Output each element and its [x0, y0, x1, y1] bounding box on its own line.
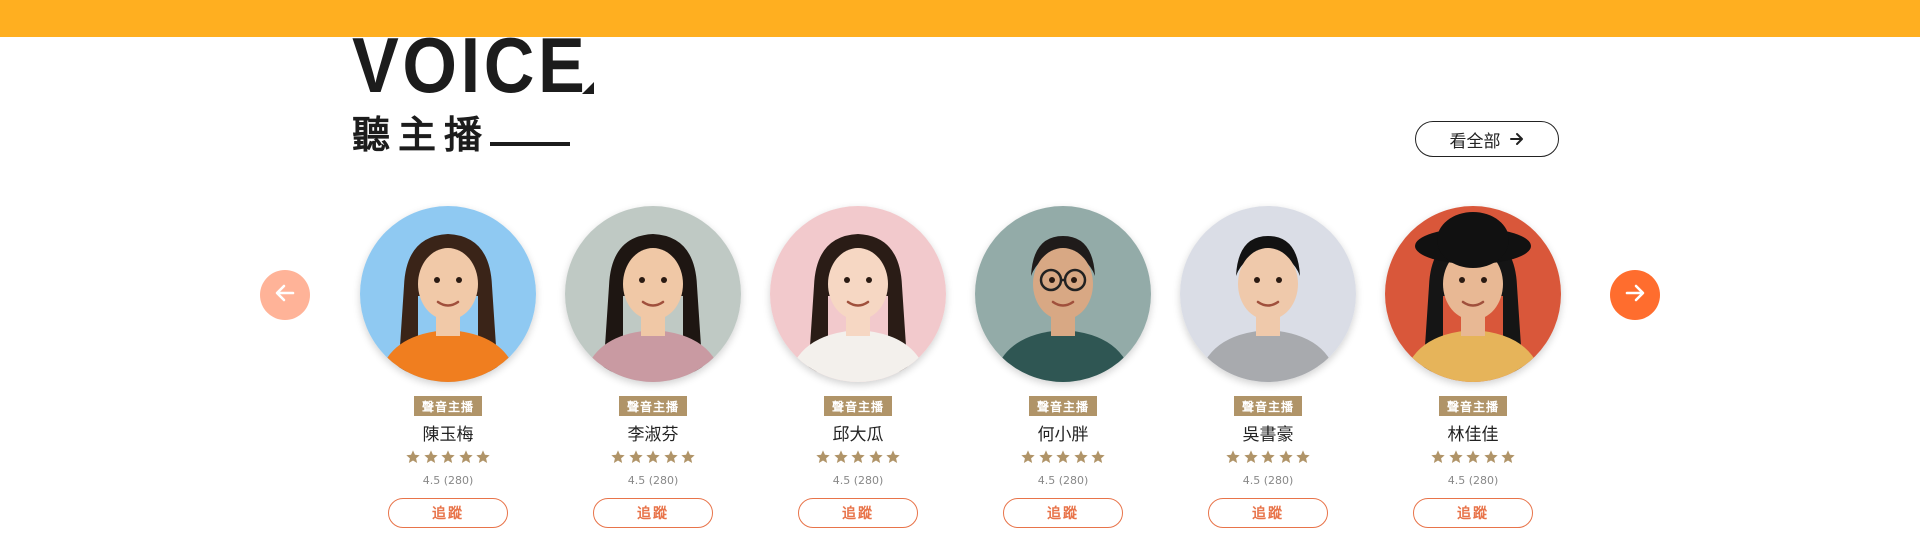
star-icon	[1260, 449, 1276, 465]
woman-black-hat-avatar	[1385, 206, 1561, 382]
rating-text: 4.5 (280)	[1447, 474, 1499, 487]
rating-text: 4.5 (280)	[422, 474, 474, 487]
host-name[interactable]: 李淑芬	[565, 420, 741, 445]
star-icon	[868, 449, 884, 465]
star-icon	[1243, 449, 1259, 465]
role-badge: 聲音主播	[1439, 396, 1507, 416]
woman-orange-sweater-avatar	[360, 206, 536, 382]
star-icon	[1448, 449, 1464, 465]
man-grey-shirt-avatar	[1180, 206, 1356, 382]
heading-underline	[490, 142, 570, 146]
rating-stars	[815, 449, 901, 465]
star-icon	[680, 449, 696, 465]
rating-stars	[1430, 449, 1516, 465]
rating-text: 4.5 (280)	[1037, 474, 1089, 487]
view-all-button[interactable]: 看全部	[1415, 121, 1559, 157]
star-icon	[815, 449, 831, 465]
star-icon	[628, 449, 644, 465]
star-icon	[663, 449, 679, 465]
avatar[interactable]	[565, 206, 741, 382]
star-icon	[1430, 449, 1446, 465]
avatar[interactable]	[770, 206, 946, 382]
follow-button[interactable]: 追蹤	[798, 498, 918, 528]
view-all-label: 看全部	[1449, 131, 1501, 152]
follow-button[interactable]: 追蹤	[1003, 498, 1123, 528]
arrow-right-icon	[1623, 281, 1647, 309]
host-name[interactable]: 何小胖	[975, 420, 1151, 445]
role-badge: 聲音主播	[1234, 396, 1302, 416]
carousel-prev-button[interactable]	[260, 270, 310, 320]
star-icon	[1483, 449, 1499, 465]
star-icon	[885, 449, 901, 465]
avatar[interactable]	[1385, 206, 1561, 382]
star-icon	[405, 449, 421, 465]
follow-button[interactable]: 追蹤	[1413, 498, 1533, 528]
follow-button[interactable]: 追蹤	[593, 498, 713, 528]
role-badge: 聲音主播	[414, 396, 482, 416]
avatar[interactable]	[975, 206, 1151, 382]
host-name[interactable]: 陳玉梅	[360, 420, 536, 445]
heading-corner-mark	[582, 82, 594, 94]
star-icon	[458, 449, 474, 465]
rating-stars	[405, 449, 491, 465]
role-badge: 聲音主播	[1029, 396, 1097, 416]
star-icon	[850, 449, 866, 465]
woman-pink-top-avatar	[565, 206, 741, 382]
star-icon	[1500, 449, 1516, 465]
star-icon	[1090, 449, 1106, 465]
rating-text: 4.5 (280)	[832, 474, 884, 487]
top-accent-bar	[0, 0, 1920, 37]
star-icon	[1295, 449, 1311, 465]
rating-stars	[610, 449, 696, 465]
star-icon	[645, 449, 661, 465]
host-name[interactable]: 林佳佳	[1385, 420, 1561, 445]
heading-title-en: VOICE	[352, 21, 589, 109]
rating-stars	[1225, 449, 1311, 465]
role-badge: 聲音主播	[824, 396, 892, 416]
host-name[interactable]: 吳書豪	[1180, 420, 1356, 445]
star-icon	[1055, 449, 1071, 465]
role-badge: 聲音主播	[619, 396, 687, 416]
star-icon	[610, 449, 626, 465]
section-heading: VOICE 聽主播	[352, 21, 615, 157]
arrow-right-icon	[1509, 131, 1525, 147]
star-icon	[440, 449, 456, 465]
carousel-next-button[interactable]	[1610, 270, 1660, 320]
host-name[interactable]: 邱大瓜	[770, 420, 946, 445]
follow-button[interactable]: 追蹤	[1208, 498, 1328, 528]
star-icon	[475, 449, 491, 465]
rating-text: 4.5 (280)	[1242, 474, 1294, 487]
man-glasses-avatar	[975, 206, 1151, 382]
star-icon	[1038, 449, 1054, 465]
rating-stars	[1020, 449, 1106, 465]
star-icon	[1465, 449, 1481, 465]
star-icon	[1020, 449, 1036, 465]
arrow-left-icon	[273, 281, 297, 309]
star-icon	[1073, 449, 1089, 465]
rating-text: 4.5 (280)	[627, 474, 679, 487]
woman-white-top-avatar	[770, 206, 946, 382]
follow-button[interactable]: 追蹤	[388, 498, 508, 528]
heading-title-zh: 聽主播	[352, 113, 491, 157]
star-icon	[833, 449, 849, 465]
star-icon	[1278, 449, 1294, 465]
star-icon	[1225, 449, 1241, 465]
star-icon	[423, 449, 439, 465]
avatar[interactable]	[360, 206, 536, 382]
avatar[interactable]	[1180, 206, 1356, 382]
